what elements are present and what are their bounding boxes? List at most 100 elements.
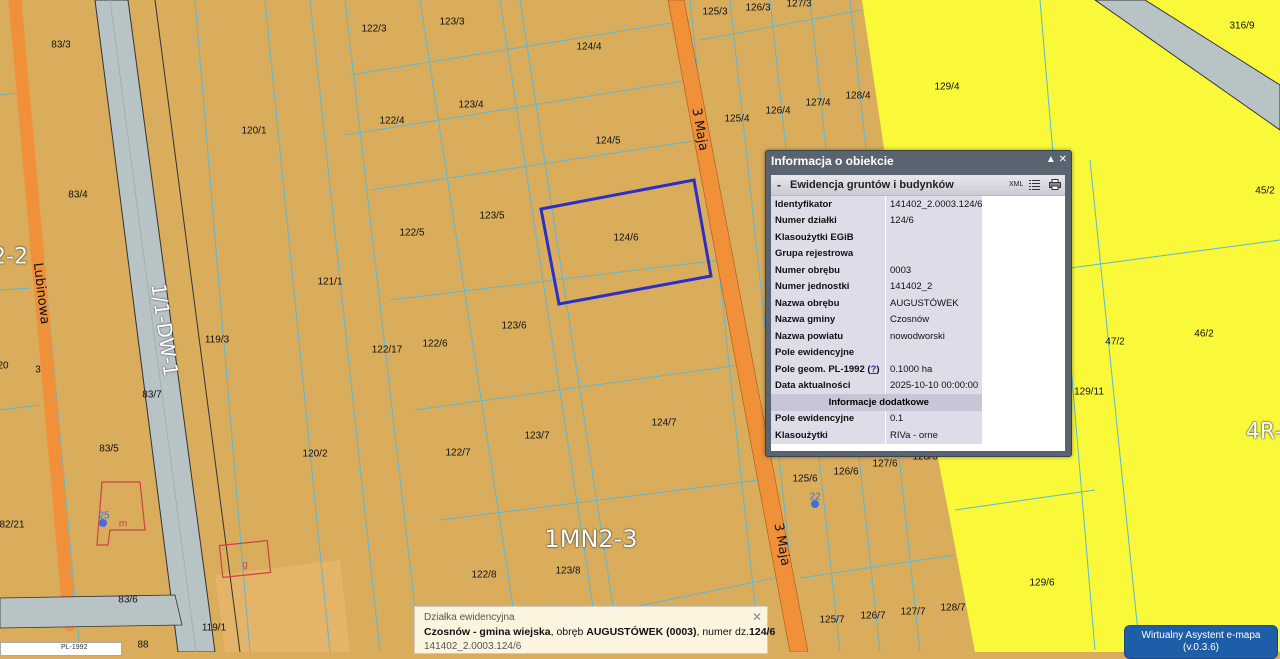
section-header-egib[interactable]: - Ewidencja gruntów i budynków XML (771, 175, 1065, 196)
parcel-label: 83/5 (99, 443, 119, 455)
parcel-label: 20 (0, 360, 9, 372)
parcel-label: 125/6 (792, 473, 818, 485)
attribute-value: Czosnów (885, 311, 983, 328)
attribute-value: 124/6 (885, 212, 983, 229)
parcel-label: 88 (137, 639, 149, 651)
attribute-key-text: Numer obrębu (775, 264, 840, 276)
parcel-label: 126/3 (745, 2, 771, 14)
parcel-label: 123/4 (458, 99, 484, 111)
attribute-table: Identyfikator 141402_2.0003.124/6 Numer dz… (771, 196, 983, 444)
section-title: Ewidencja gruntów i budynków (790, 179, 954, 191)
tooltip-obreb: AUGUSTÓWEK (0003) (586, 626, 697, 638)
parcel-label: 82/21 (0, 519, 25, 531)
tooltip-gmina: Czosnów - gmina wiejska (424, 626, 551, 638)
attribute-key-text: Data aktualności (775, 380, 851, 392)
object-info-window[interactable]: Informacja o obiekcie ▲ ✕ - Ewidencja gr… (765, 150, 1072, 457)
attribute-key: Numer jednostki (771, 278, 886, 295)
attribute-key-text: Pole ewidencyjne (775, 347, 855, 359)
attribute-row: Data aktualności 2025-10-10 00:00:00 (771, 377, 983, 394)
extra-info-header: Informacje dodatkowe (771, 394, 983, 411)
parcel-label: 127/3 (786, 0, 812, 10)
parcel-label: 125/7 (819, 614, 845, 626)
attribute-value: AUGUSTÓWEK (885, 295, 983, 312)
attribute-value (885, 245, 983, 262)
tooltip-sep-1: , obręb (550, 626, 587, 638)
parcel-label: 122/3 (361, 23, 387, 35)
section-collapse-icon[interactable]: - (777, 178, 781, 192)
list-icon[interactable] (1029, 179, 1040, 190)
parcel-label: 124/7 (651, 417, 677, 429)
parcel-label: 120/2 (302, 448, 328, 460)
tooltip-numer: 124/6 (749, 626, 776, 638)
parcel-label: 129/4 (934, 81, 960, 93)
attribute-row: Nazwa powiatu nowodworski (771, 328, 983, 345)
parcel-label: 3 (35, 364, 41, 376)
parcel-label: 126/4 (765, 105, 791, 117)
info-window-controls: ▲ ✕ (1046, 154, 1067, 165)
attribute-row: Numer obrębu 0003 (771, 262, 983, 279)
attribute-row: Nazwa gminy Czosnów (771, 311, 983, 328)
attribute-key-text: Numer działki (775, 215, 837, 227)
attribute-key-text: Nazwa powiatu (775, 330, 844, 342)
attribute-key: Grupa rejestrowa (771, 245, 886, 262)
parcel-label: 125/3 (702, 6, 728, 18)
crs-label: PL-1992 (61, 644, 88, 651)
assistant-version: (v.0.3.6) (1183, 642, 1219, 653)
attribute-key-text: Identyfikator (775, 198, 833, 210)
coordinate-system-select[interactable]: PL-1992 (0, 642, 122, 656)
attribute-key: Pole ewidencyjne (771, 344, 886, 361)
help-link[interactable]: ? (871, 364, 877, 375)
attribute-key: Klasoużytki EGiB (771, 229, 886, 246)
attribute-row: Pole ewidencyjne 0.1 (771, 410, 983, 427)
parcel-label: 119/3 (204, 334, 230, 346)
parcel-label: 123/6 (501, 320, 527, 332)
parcel-label: 124/5 (595, 135, 621, 147)
print-icon[interactable] (1049, 179, 1061, 190)
attribute-row: Klasoużytki RIVa - orne (771, 427, 983, 444)
attribute-key-text: Nazwa obrębu (775, 297, 840, 309)
attribute-value: 0.1000 ha (885, 361, 983, 378)
parcel-label: 124/4 (576, 41, 602, 53)
attribute-value: 0003 (885, 262, 983, 279)
collapse-icon[interactable]: ▲ (1046, 154, 1056, 165)
attribute-value (885, 344, 983, 361)
building-label-g: g (242, 559, 248, 571)
tooltip-identifier: 141402_2.0003.124/6 (424, 641, 522, 652)
building-label-m: m (118, 518, 128, 530)
attribute-row: Identyfikator 141402_2.0003.124/6 (771, 196, 983, 213)
parcel-label: 129/6 (1029, 577, 1055, 589)
attribute-value: 2025-10-10 00:00:00 (885, 377, 983, 394)
attribute-key: Klasoużytki (771, 427, 886, 444)
parcel-label: 45/2 (1255, 185, 1275, 197)
parcel-label: 83/3 (51, 39, 71, 51)
parcel-label: 126/6 (833, 466, 859, 478)
attribute-key: Pole ewidencyjne (771, 410, 886, 427)
attribute-row: Numer działki 124/6 (771, 212, 983, 229)
parcel-label: 83/4 (68, 189, 88, 201)
attribute-value: 0.1 (885, 410, 983, 427)
info-window-title: Informacja o obiekcie (771, 154, 894, 168)
close-icon[interactable]: ✕ (1059, 154, 1067, 165)
parcel-label: 119/1 (201, 622, 227, 634)
attribute-key-text: Pole ewidencyjne (775, 413, 855, 425)
parcel-label: 129/11 (1074, 386, 1104, 398)
info-window-body: - Ewidencja gruntów i budynków XML Ident… (771, 175, 1065, 451)
virtual-assistant-button[interactable]: Wirtualny Asystent e-mapa (v.0.3.6) (1124, 625, 1278, 659)
parcel-label: 128/4 (845, 90, 871, 102)
parcel-label: 123/5 (479, 210, 505, 222)
attribute-value: 141402_2 (885, 278, 983, 295)
attribute-value: RIVa - orne (885, 427, 983, 444)
zone-label: 4R- (1245, 419, 1280, 445)
assistant-title: Wirtualny Asystent e-mapa (1141, 630, 1261, 641)
xml-export-button[interactable]: XML (1009, 181, 1023, 188)
map-canvas[interactable] (0, 0, 1280, 652)
parcel-label: 127/4 (805, 97, 831, 109)
parcel-label: 127/6 (872, 458, 898, 470)
parcel-label: 121/1 (317, 276, 343, 288)
parcel-label: 83/6 (118, 594, 138, 606)
attribute-value (885, 229, 983, 246)
close-icon[interactable]: ✕ (752, 610, 762, 624)
tooltip-description: Czosnów - gmina wiejska, obręb AUGUSTÓWE… (424, 626, 775, 638)
parcel-label: 128/7 (940, 602, 966, 614)
attribute-key: Nazwa powiatu (771, 328, 886, 345)
